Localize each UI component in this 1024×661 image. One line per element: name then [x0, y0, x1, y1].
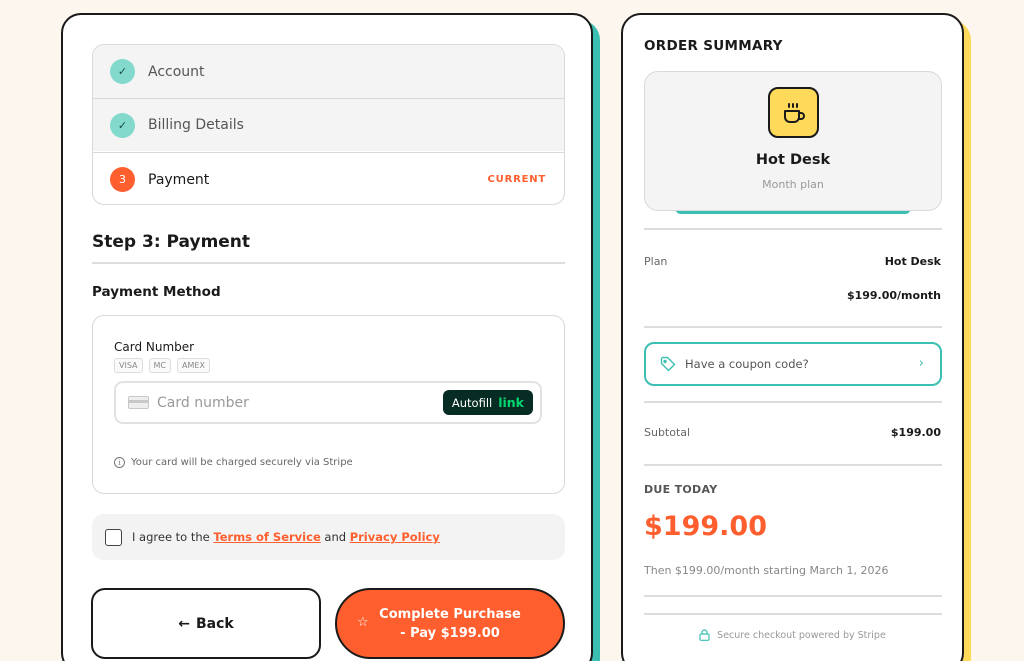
secure-note: i Your card will be charged securely via… — [114, 457, 353, 468]
card-icon — [128, 396, 149, 409]
step-label: Billing Details — [148, 117, 244, 133]
step-list: ✓ Account ✓ Billing Details 3 Payment CU… — [92, 44, 565, 205]
step-billing-details[interactable]: ✓ Billing Details — [93, 98, 564, 151]
step-account[interactable]: ✓ Account — [93, 45, 564, 98]
check-icon: ✓ — [110, 59, 135, 84]
autofill-link-button[interactable]: Autofill link — [442, 390, 533, 415]
card-brands: VISA MC AMEX — [114, 358, 210, 373]
divider — [92, 262, 565, 264]
secure-checkout-text: Secure checkout powered by Stripe — [717, 629, 886, 641]
card-number-input[interactable]: Card number Autofill link — [114, 381, 542, 424]
secure-checkout-footer: Secure checkout powered by Stripe — [623, 629, 962, 641]
plan-value: Hot Desk — [884, 255, 941, 268]
card-number-placeholder: Card number — [157, 394, 249, 411]
divider — [644, 326, 942, 328]
star-icon: ☆ — [357, 615, 369, 630]
checkout-card: ✓ Account ✓ Billing Details 3 Payment CU… — [61, 13, 593, 661]
product-card: Hot Desk Month plan — [644, 71, 942, 211]
agreement-text: I agree to the Terms of Service and Priv… — [132, 530, 440, 544]
order-summary-title: ORDER SUMMARY — [644, 38, 783, 54]
complete-purchase-button[interactable]: ☆ Complete Purchase - Pay $199.00 — [335, 588, 565, 659]
due-today-amount: $199.00 — [644, 511, 767, 542]
divider — [644, 595, 942, 597]
privacy-policy-link[interactable]: Privacy Policy — [350, 530, 440, 544]
info-icon: i — [114, 457, 125, 468]
chevron-right-icon: › — [918, 356, 924, 371]
brand-amex: AMEX — [177, 358, 210, 373]
agreement-prefix: I agree to the — [132, 530, 210, 544]
back-button[interactable]: ← Back — [91, 588, 321, 659]
divider — [644, 228, 942, 230]
terms-checkbox[interactable] — [105, 528, 122, 546]
page-title: Step 3: Payment — [92, 232, 251, 252]
due-today-label: DUE TODAY — [644, 483, 718, 496]
step-label: Account — [148, 63, 205, 80]
autofill-label: Autofill — [451, 395, 493, 410]
product-plan-subtitle: Month plan — [762, 178, 824, 191]
divider — [644, 464, 942, 466]
plan-label: Plan — [644, 255, 668, 268]
current-badge: CURRENT — [487, 174, 546, 185]
agreement-and: and — [324, 530, 347, 544]
coupon-code-button[interactable]: Have a coupon code? › — [644, 342, 942, 386]
terms-agreement: I agree to the Terms of Service and Priv… — [92, 514, 565, 560]
payment-method-heading: Payment Method — [92, 284, 221, 300]
order-summary-card: ORDER SUMMARY Hot Desk Month plan Plan H… — [621, 13, 964, 661]
payment-method-box: Card Number VISA MC AMEX Card number Aut… — [92, 315, 565, 494]
subtotal-value: $199.00 — [890, 426, 941, 439]
product-name: Hot Desk — [755, 152, 831, 168]
step-number: 3 — [110, 167, 135, 192]
check-icon: ✓ — [110, 112, 135, 138]
renewal-note: Then $199.00/month starting March 1, 202… — [644, 564, 889, 577]
plan-price: $199.00/month — [846, 289, 941, 302]
arrow-left-icon: ← — [178, 615, 190, 632]
back-button-label: Back — [196, 615, 234, 632]
step-payment[interactable]: 3 Payment CURRENT — [93, 152, 564, 204]
brand-visa: VISA — [114, 358, 143, 373]
lock-icon — [699, 629, 710, 641]
divider — [644, 401, 942, 403]
subtotal-label: Subtotal — [644, 426, 691, 439]
secure-note-text: Your card will be charged securely via S… — [131, 457, 353, 468]
divider — [644, 613, 942, 615]
coffee-cup-icon — [768, 87, 819, 138]
step-label: Payment — [148, 171, 210, 188]
terms-of-service-link[interactable]: Terms of Service — [213, 530, 320, 544]
card-number-label: Card Number — [114, 340, 195, 354]
link-logo: link — [498, 395, 524, 410]
brand-mastercard: MC — [148, 358, 172, 373]
tag-icon — [660, 356, 676, 372]
coupon-placeholder: Have a coupon code? — [685, 357, 809, 371]
complete-purchase-label: Complete Purchase - Pay $199.00 — [379, 606, 521, 641]
